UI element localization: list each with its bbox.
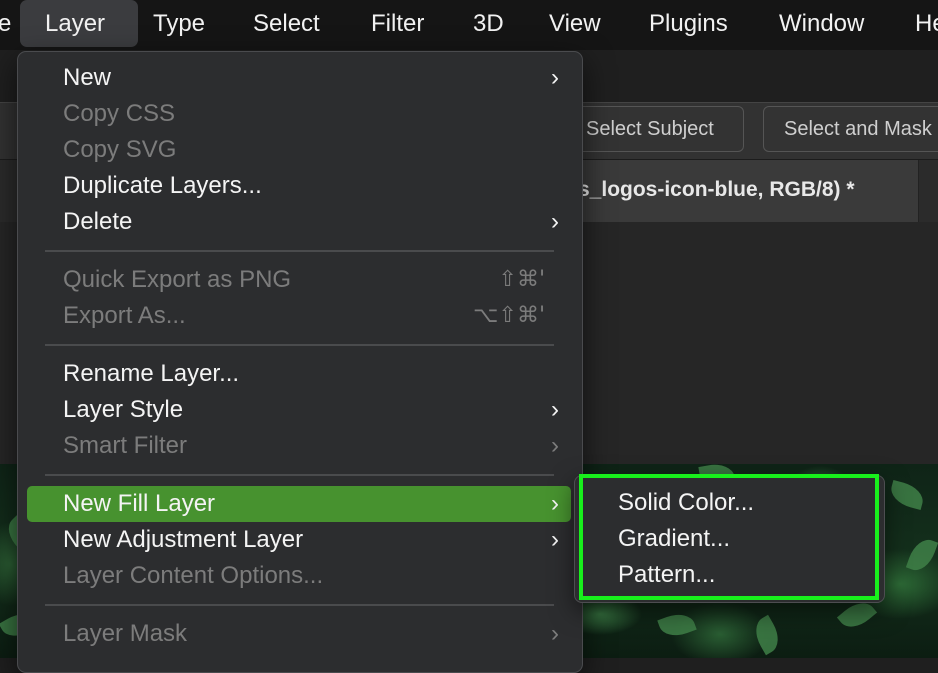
menu-bar: e Layer Type Select Filter 3D View Plugi… bbox=[0, 0, 938, 50]
menu-item-label: Duplicate Layers... bbox=[63, 172, 262, 199]
menu-item-layer-mask: Layer Mask › bbox=[27, 616, 571, 652]
menu-item-label: Layer Content Options... bbox=[63, 562, 324, 589]
menu-window[interactable]: Window bbox=[779, 0, 864, 48]
menu-help[interactable]: He bbox=[915, 0, 938, 48]
document-tab-title: s_logos-icon-blue, RGB/8) * bbox=[578, 178, 855, 201]
menu-item-label: Smart Filter bbox=[63, 432, 188, 459]
chevron-right-icon: › bbox=[551, 432, 559, 459]
shortcut-label: ⌥⇧⌘' bbox=[473, 303, 545, 328]
menu-item-new-fill-layer[interactable]: New Fill Layer › bbox=[27, 486, 571, 522]
menu-item-quick-export-png: Quick Export as PNG ⇧⌘' bbox=[27, 262, 571, 298]
chevron-right-icon: › bbox=[551, 64, 559, 91]
menu-item-label: Layer Mask bbox=[63, 620, 188, 647]
menu-item-copy-svg: Copy SVG bbox=[27, 132, 571, 168]
menu-item-label: Rename Layer... bbox=[63, 360, 240, 387]
select-subject-button[interactable]: Select Subject bbox=[565, 106, 744, 152]
chevron-right-icon: › bbox=[551, 396, 559, 423]
menu-item-label: Export As... bbox=[63, 302, 186, 329]
shortcut-label: ⇧⌘' bbox=[498, 267, 545, 292]
menu-filter[interactable]: Filter bbox=[371, 0, 424, 48]
leaf-shape bbox=[657, 608, 697, 642]
select-and-mask-button[interactable]: Select and Mask bbox=[763, 106, 938, 152]
menu-item-copy-css: Copy CSS bbox=[27, 96, 571, 132]
menu-select[interactable]: Select bbox=[253, 0, 320, 48]
menu-item-label: New Fill Layer bbox=[63, 490, 216, 517]
menu-item-label: New bbox=[63, 64, 112, 91]
leaf-shape bbox=[905, 535, 938, 575]
menu-view[interactable]: View bbox=[549, 0, 601, 48]
chevron-right-icon: › bbox=[551, 526, 559, 553]
menu-plugins[interactable]: Plugins bbox=[649, 0, 728, 48]
menu-item-label: Quick Export as PNG bbox=[63, 266, 292, 293]
menu-item-label: New Adjustment Layer bbox=[63, 526, 304, 553]
chevron-right-icon: › bbox=[551, 490, 559, 517]
menu-item-label: Copy SVG bbox=[63, 136, 177, 163]
menu-item-layer-style[interactable]: Layer Style › bbox=[27, 392, 571, 428]
menu-item-smart-filter: Smart Filter › bbox=[27, 428, 571, 464]
menu-edit[interactable]: e bbox=[0, 0, 11, 48]
menu-item-label: Layer Style bbox=[63, 396, 184, 423]
layer-menu: New › Copy CSS Copy SVG Duplicate Layers… bbox=[17, 51, 583, 673]
menu-type[interactable]: Type bbox=[153, 0, 205, 48]
menu-layer-label: Layer bbox=[45, 10, 106, 37]
menu-item-new[interactable]: New › bbox=[27, 60, 571, 96]
menu-item-delete[interactable]: Delete › bbox=[27, 204, 571, 240]
leaf-shape bbox=[748, 614, 786, 656]
menu-divider bbox=[45, 474, 554, 476]
menu-item-new-adjustment-layer[interactable]: New Adjustment Layer › bbox=[27, 522, 571, 558]
menu-3d[interactable]: 3D bbox=[473, 0, 504, 48]
chevron-right-icon: › bbox=[551, 620, 559, 647]
menu-item-rename-layer[interactable]: Rename Layer... bbox=[27, 356, 571, 392]
menu-item-label: Copy CSS bbox=[63, 100, 176, 127]
menu-divider bbox=[45, 250, 554, 252]
menu-item-layer-content-options: Layer Content Options... bbox=[27, 558, 571, 594]
menu-item-export-as: Export As... ⌥⇧⌘' bbox=[27, 298, 571, 334]
highlight-outline bbox=[579, 474, 879, 600]
menu-item-duplicate-layers[interactable]: Duplicate Layers... bbox=[27, 168, 571, 204]
leaf-shape bbox=[887, 479, 927, 511]
menu-divider bbox=[45, 604, 554, 606]
menu-divider bbox=[45, 344, 554, 346]
menu-layer[interactable]: Layer bbox=[20, 0, 138, 47]
chevron-right-icon: › bbox=[551, 208, 559, 235]
menu-item-label: Delete bbox=[63, 208, 133, 235]
